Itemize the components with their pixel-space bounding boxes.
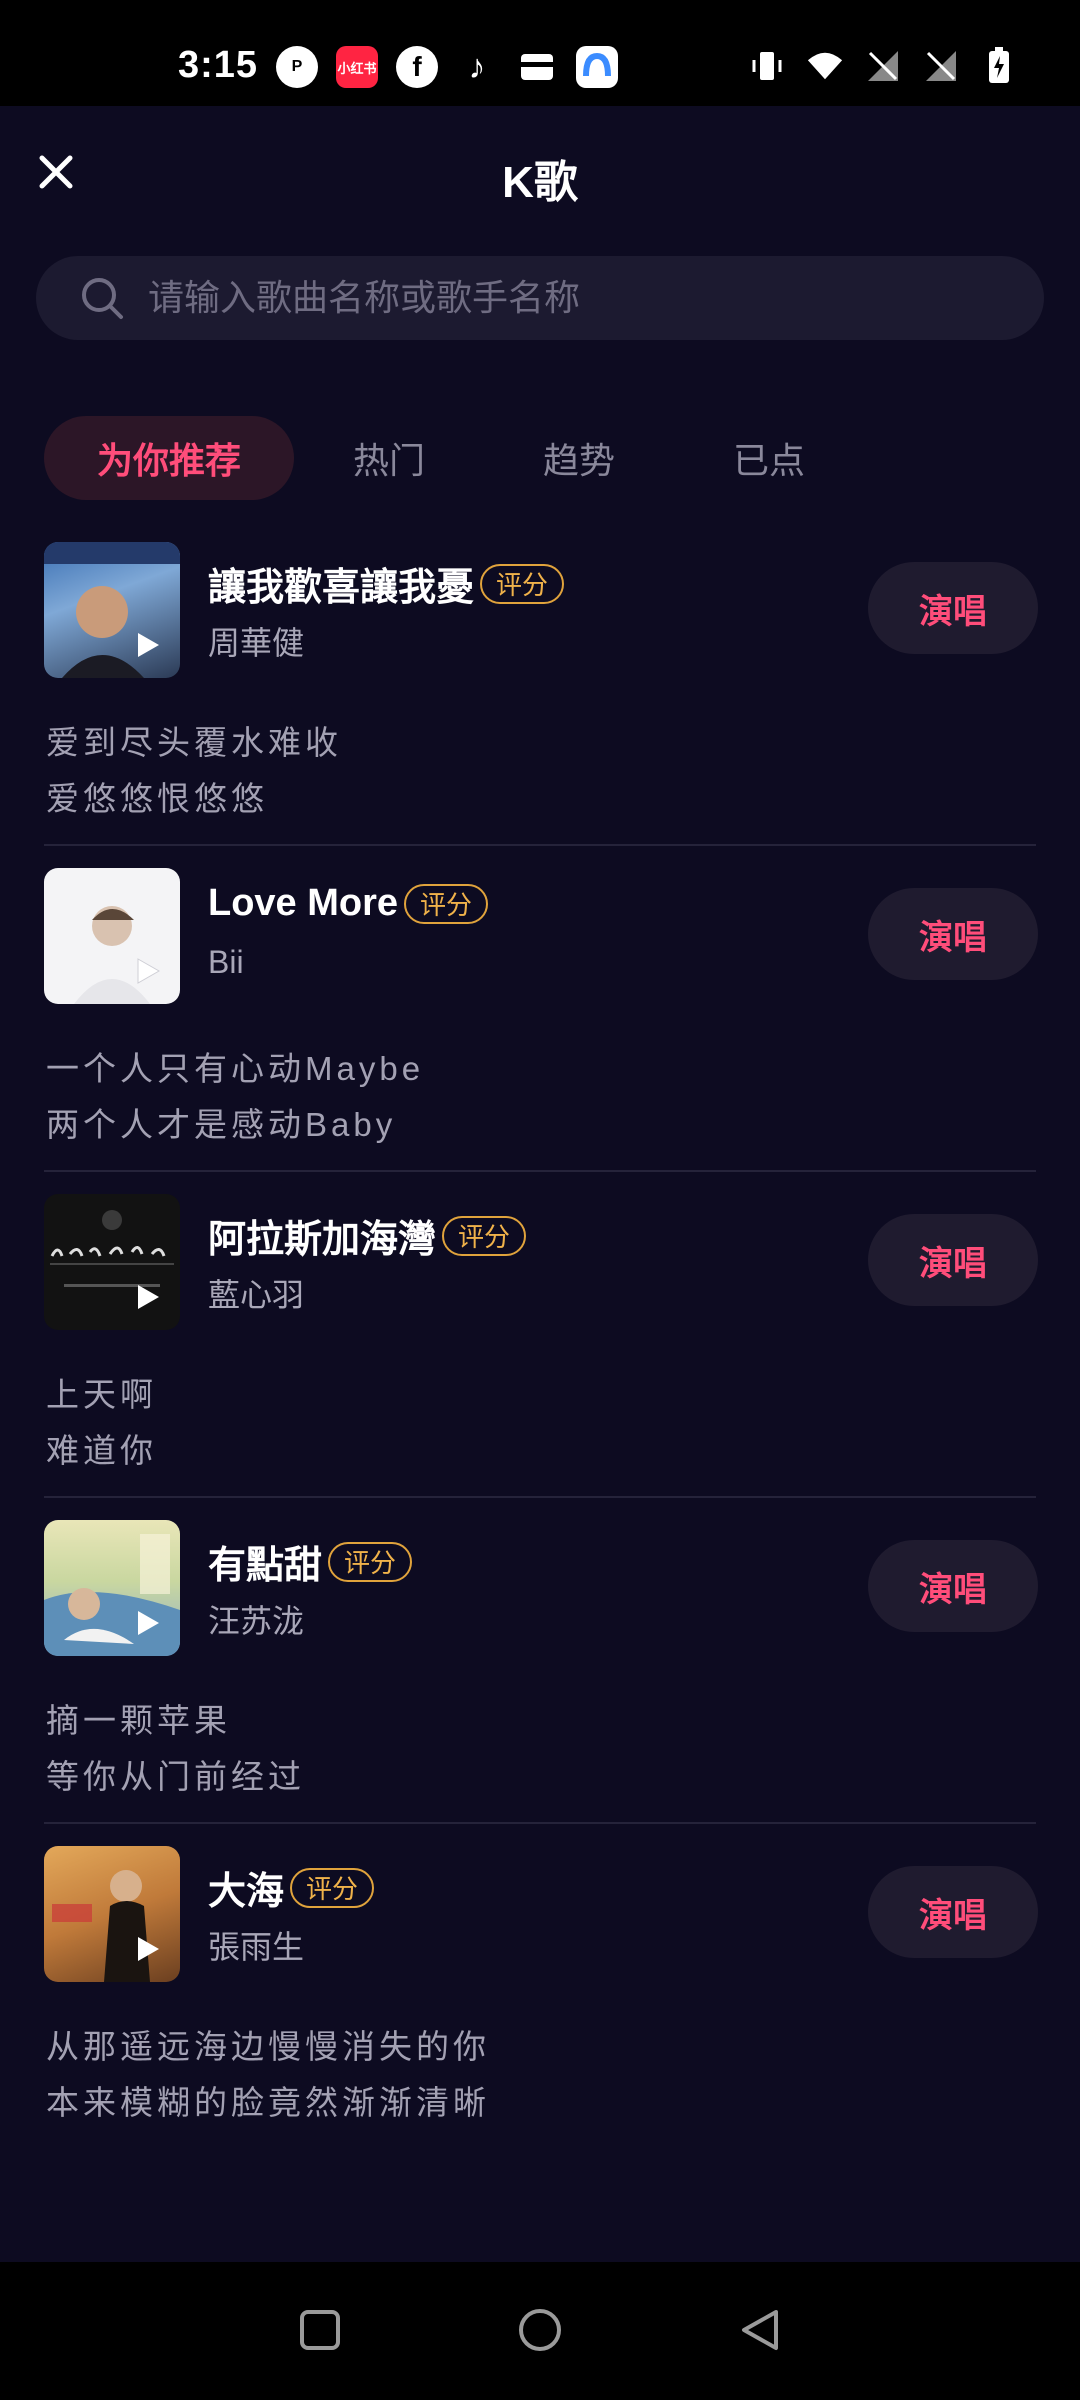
lyric-line: 两个人才是感动Baby <box>46 1106 397 1143</box>
sing-button[interactable]: 演唱 <box>868 1866 1038 1958</box>
artist-name: 周華健 <box>208 625 305 661</box>
search-input[interactable] <box>148 268 1044 328</box>
home-button[interactable] <box>508 2298 572 2362</box>
facebook-icon: f <box>396 46 438 88</box>
blue-app-icon <box>576 46 618 88</box>
song-item[interactable]: Love More 评分 Bii 演唱 一个人只有心动Maybe 两个人才是感动… <box>0 846 1080 1172</box>
song-title: 讓我歡喜讓我憂 <box>208 567 475 609</box>
tab-bar: 为你推荐 热门 趋势 已点 <box>44 416 864 500</box>
lyric-line: 本来模糊的脸竟然渐渐清晰 <box>46 2084 490 2121</box>
battery-charging-icon <box>980 46 1018 86</box>
play-icon <box>137 958 161 984</box>
lyric-line: 上天啊 <box>46 1376 157 1413</box>
lyric-line: 爱到尽头覆水难收 <box>46 724 342 761</box>
tiktok-icon: ♪ <box>468 47 486 86</box>
artist-name: 張雨生 <box>208 1929 305 1965</box>
lyric-line: 爱悠悠恨悠悠 <box>46 780 268 817</box>
sing-button[interactable]: 演唱 <box>868 1540 1038 1632</box>
search-bar[interactable] <box>36 256 1044 340</box>
artist-name: 藍心羽 <box>208 1277 305 1313</box>
play-icon <box>138 1611 159 1635</box>
artist-name: 汪苏泷 <box>208 1603 305 1639</box>
score-badge: 评分 <box>328 1541 413 1582</box>
song-item[interactable]: 有點甜 评分 汪苏泷 演唱 摘一颗苹果 等你从门前经过 <box>0 1498 1080 1824</box>
song-item[interactable]: 阿拉斯加海灣 评分 藍心羽 演唱 上天啊 难道你 <box>0 1172 1080 1498</box>
lyric-line: 等你从门前经过 <box>46 1758 305 1795</box>
search-icon <box>78 274 126 322</box>
lyric-line: 一个人只有心动Maybe <box>46 1050 425 1087</box>
vibrate-icon <box>748 46 786 86</box>
score-badge: 评分 <box>290 1867 375 1908</box>
song-title: Love More <box>208 882 399 924</box>
play-icon <box>138 1937 159 1961</box>
sing-button[interactable]: 演唱 <box>868 1214 1038 1306</box>
notification-icons: P 小红书 f ♪ <box>276 46 618 88</box>
tab-recommended[interactable]: 为你推荐 <box>44 416 294 500</box>
signal-off-icon-2 <box>922 46 960 86</box>
song-title: 阿拉斯加海灣 <box>208 1219 437 1261</box>
screen: 3:15 P 小红书 f ♪ K歌 请输入歌曲名称或歌手名称 为你推荐 热门 趋… <box>0 0 1080 2400</box>
lyric-line: 摘一颗苹果 <box>46 1702 231 1739</box>
album-cover[interactable] <box>44 542 180 678</box>
song-title-row: 大海 评分 <box>208 1860 375 1915</box>
score-badge: 评分 <box>480 563 565 604</box>
sing-button[interactable]: 演唱 <box>868 888 1038 980</box>
score-badge: 评分 <box>442 1215 527 1256</box>
system-icons <box>748 46 1018 86</box>
lyric-line: 从那遥远海边慢慢消失的你 <box>46 2028 490 2065</box>
play-icon <box>138 633 159 657</box>
wallet-icon <box>516 46 558 88</box>
status-time: 3:15 <box>178 44 259 86</box>
tab-hot[interactable]: 热门 <box>294 416 484 500</box>
home-icon <box>519 2309 561 2351</box>
song-title: 有點甜 <box>208 1545 323 1587</box>
recents-icon <box>300 2310 340 2350</box>
song-list: 讓我歡喜讓我憂 评分 周華健 演唱 爱到尽头覆水难收 爱悠悠恨悠悠 Love M… <box>0 520 1080 2150</box>
back-icon <box>742 2310 778 2350</box>
p-app-icon: P <box>276 46 318 88</box>
page-title: K歌 <box>502 158 578 207</box>
system-nav-bar <box>0 2262 1080 2400</box>
song-title-row: 有點甜 评分 <box>208 1534 413 1589</box>
song-title: 大海 <box>208 1871 285 1913</box>
album-cover[interactable] <box>44 1194 180 1330</box>
xiaohongshu-icon: 小红书 <box>336 46 378 88</box>
tab-trending[interactable]: 趋势 <box>484 416 674 500</box>
lyric-line: 难道你 <box>46 1432 157 1469</box>
album-cover[interactable] <box>44 1846 180 1982</box>
play-icon <box>138 1285 159 1309</box>
signal-off-icon <box>864 46 902 86</box>
artist-name: Bii <box>208 944 244 980</box>
back-button[interactable] <box>728 2298 792 2362</box>
song-title-row: 阿拉斯加海灣 评分 <box>208 1208 527 1263</box>
tab-ordered[interactable]: 已点 <box>674 416 864 500</box>
header: K歌 <box>0 106 1080 236</box>
album-cover[interactable] <box>44 1520 180 1656</box>
wifi-icon <box>806 46 844 86</box>
status-bar: 3:15 P 小红书 f ♪ <box>0 0 1080 106</box>
recents-button[interactable] <box>288 2298 352 2362</box>
album-cover[interactable] <box>44 868 180 1004</box>
song-item[interactable]: 讓我歡喜讓我憂 评分 周華健 演唱 爱到尽头覆水难收 爱悠悠恨悠悠 <box>0 520 1080 846</box>
score-badge: 评分 <box>404 883 489 924</box>
song-item[interactable]: 大海 评分 張雨生 演唱 从那遥远海边慢慢消失的你 本来模糊的脸竟然渐渐清晰 <box>0 1824 1080 2150</box>
song-title-row: 讓我歡喜讓我憂 评分 <box>208 556 565 611</box>
sing-button[interactable]: 演唱 <box>868 562 1038 654</box>
song-title-row: Love More 评分 <box>208 882 489 925</box>
